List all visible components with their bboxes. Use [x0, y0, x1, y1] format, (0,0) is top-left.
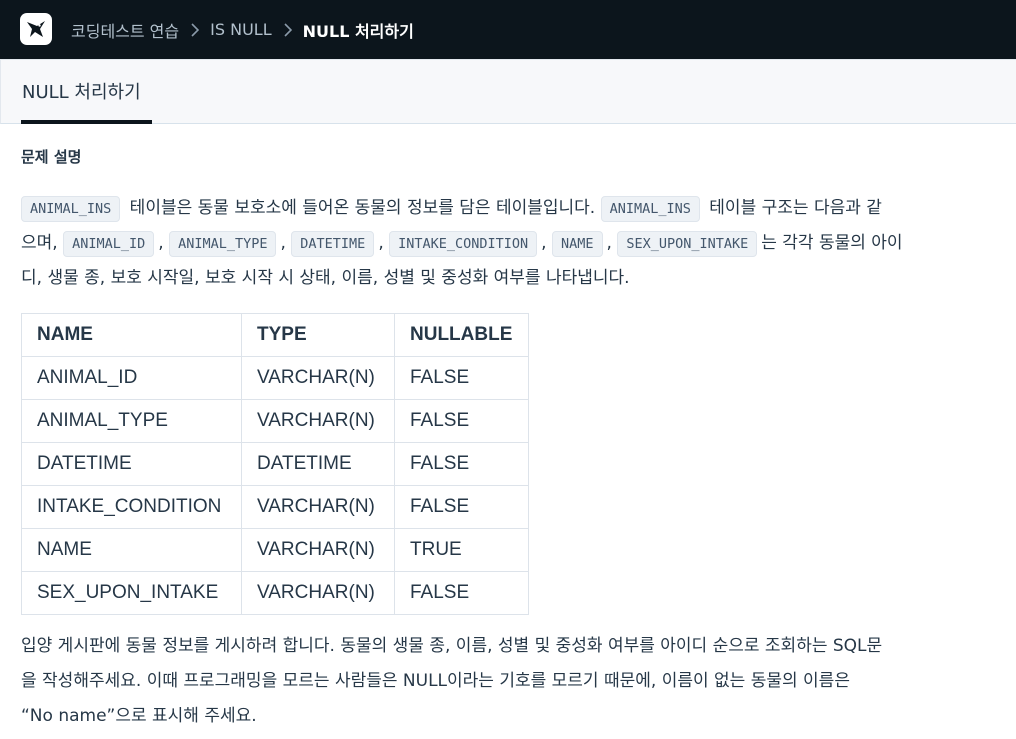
- inline-code: ANIMAL_INS: [600, 195, 700, 222]
- table-row: DATETIME DATETIME FALSE: [21, 442, 529, 486]
- top-navigation-bar: 코딩테스트 연습 IS NULL NULL 처리하기: [0, 0, 1016, 59]
- cell-nullable: FALSE: [394, 356, 529, 400]
- column-header-name: NAME: [21, 313, 242, 357]
- inline-code: ANIMAL_TYPE: [169, 230, 277, 257]
- tab-problem[interactable]: NULL 처리하기: [22, 60, 141, 124]
- breadcrumb-current-problem: NULL 처리하기: [302, 21, 414, 41]
- inline-code: NAME: [551, 230, 603, 257]
- task-line: 입양 게시판에 동물 정보를 게시하려 합니다. 동물의 생물 종, 이름, 성…: [21, 636, 883, 656]
- cell-nullable: FALSE: [394, 442, 529, 486]
- cell-type: DATETIME: [241, 442, 395, 486]
- intro-text: ,: [378, 233, 390, 253]
- breadcrumb: 코딩테스트 연습 IS NULL NULL 처리하기: [71, 0, 414, 59]
- intro-text: 테이블 구조는 다음과 같: [703, 198, 882, 218]
- table-header-row: NAME TYPE NULLABLE: [21, 313, 529, 357]
- table-row: ANIMAL_TYPE VARCHAR(N) FALSE: [21, 399, 529, 443]
- intro-text: ,: [158, 233, 170, 253]
- intro-text: 는 각각 동물의 아이: [761, 233, 903, 253]
- breadcrumb-is-null[interactable]: IS NULL: [210, 20, 271, 39]
- intro-line: 으며, ANIMAL_ID, ANIMAL_TYPE, DATETIME, IN…: [21, 226, 1016, 261]
- task-line: “No name”으로 표시해 주세요.: [21, 706, 257, 726]
- breadcrumb-coding-test[interactable]: 코딩테스트 연습: [71, 18, 179, 42]
- table-row: INTAKE_CONDITION VARCHAR(N) FALSE: [21, 485, 529, 529]
- chevron-right-icon: [191, 22, 200, 37]
- column-header-type: TYPE: [241, 313, 395, 357]
- task-paragraph: 입양 게시판에 동물 정보를 게시하려 합니다. 동물의 생물 종, 이름, 성…: [21, 629, 1016, 734]
- task-line: 을 작성해주세요. 이때 프로그래밍을 모르는 사람들은 NULL이라는 기호를…: [21, 671, 850, 691]
- inline-code: ANIMAL_ID: [63, 230, 155, 257]
- cell-name: NAME: [21, 528, 242, 572]
- column-header-nullable: NULLABLE: [394, 313, 529, 357]
- chevron-right-icon: [284, 22, 292, 37]
- intro-text: ,: [606, 233, 618, 253]
- cell-nullable: FALSE: [394, 571, 529, 615]
- cell-name: ANIMAL_TYPE: [21, 399, 242, 443]
- inline-code: ANIMAL_INS: [21, 195, 121, 222]
- cell-name: SEX_UPON_INTAKE: [21, 571, 242, 615]
- cell-type: VARCHAR(N): [241, 356, 395, 400]
- schema-table: NAME TYPE NULLABLE ANIMAL_ID VARCHAR(N) FA…: [21, 313, 529, 615]
- table-row: NAME VARCHAR(N) TRUE: [21, 528, 529, 572]
- cell-type: VARCHAR(N): [241, 399, 395, 443]
- cell-name: INTAKE_CONDITION: [21, 485, 242, 529]
- intro-paragraph: ANIMAL_INS 테이블은 동물 보호소에 들어온 동물의 정보를 담은 테…: [21, 191, 1016, 296]
- cell-nullable: TRUE: [394, 528, 529, 572]
- inline-code: SEX_UPON_INTAKE: [617, 230, 758, 257]
- table-row: SEX_UPON_INTAKE VARCHAR(N) FALSE: [21, 571, 529, 615]
- intro-text: 으며,: [21, 233, 64, 253]
- intro-line: ANIMAL_INS 테이블은 동물 보호소에 들어온 동물의 정보를 담은 테…: [21, 191, 1016, 226]
- cell-type: VARCHAR(N): [241, 528, 395, 572]
- intro-text: ,: [541, 233, 552, 253]
- inline-code: INTAKE_CONDITION: [389, 230, 538, 257]
- active-tab-indicator: [21, 120, 152, 124]
- programmers-logo-icon[interactable]: [20, 13, 52, 45]
- section-title: 문제 설명: [21, 148, 82, 166]
- table-row: ANIMAL_ID VARCHAR(N) FALSE: [21, 356, 529, 400]
- intro-text: 테이블은 동물 보호소에 들어온 동물의 정보를 담은 테이블입니다.: [124, 198, 601, 218]
- cell-nullable: FALSE: [394, 399, 529, 443]
- intro-line: 디, 생물 종, 보호 시작일, 보호 시작 시 상태, 이름, 성별 및 중성…: [21, 261, 1016, 296]
- cell-type: VARCHAR(N): [241, 485, 395, 529]
- intro-text: 디, 생물 종, 보호 시작일, 보호 시작 시 상태, 이름, 성별 및 중성…: [21, 268, 630, 288]
- cell-nullable: FALSE: [394, 485, 529, 529]
- inline-code: DATETIME: [291, 230, 375, 257]
- cell-name: ANIMAL_ID: [21, 356, 242, 400]
- cell-type: VARCHAR(N): [241, 571, 395, 615]
- intro-text: ,: [280, 233, 292, 253]
- cell-name: DATETIME: [21, 442, 242, 486]
- problem-tab-bar: NULL 처리하기: [0, 59, 1016, 124]
